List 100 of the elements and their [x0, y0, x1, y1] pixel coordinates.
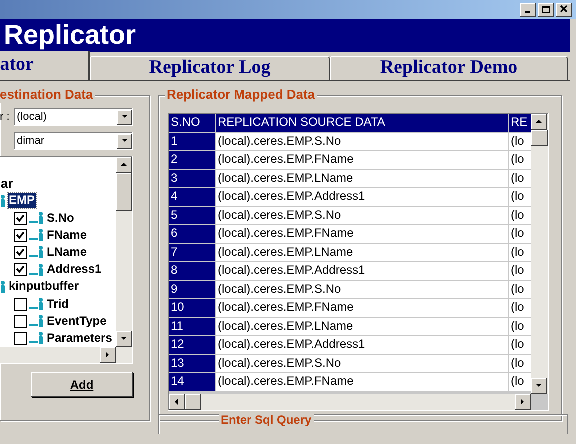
field-icon — [28, 245, 46, 260]
table-cell: 3 — [169, 170, 215, 187]
tree-item[interactable]: kinputbuffer — [8, 279, 80, 294]
table-cell: (local).ceres.EMP.S.No — [216, 132, 508, 150]
table-cell: (local).ceres.EMP.FName — [216, 299, 508, 316]
field-icon — [28, 262, 46, 277]
table-cell: (local).ceres.EMP.LName — [216, 170, 508, 187]
table-cell: (local).ceres.EMP.Address1 — [216, 262, 508, 280]
scroll-thumb[interactable] — [185, 394, 201, 410]
table-cell: (local).ceres.EMP.FName — [216, 225, 508, 242]
tree-item[interactable]: Address1 — [46, 262, 103, 278]
table-cell: (local).ceres.EMP.LName — [216, 318, 508, 335]
table-cell: (lo — [509, 151, 531, 168]
column-header[interactable]: RE — [509, 114, 531, 132]
scroll-up-button[interactable] — [531, 114, 547, 130]
table-cell: (lo — [509, 373, 531, 390]
right-arrow-icon — [519, 398, 527, 406]
table-cell: (local).ceres.EMP.FName — [216, 151, 508, 168]
checkbox[interactable] — [14, 246, 27, 259]
table-cell: 12 — [169, 336, 215, 354]
table-cell: (lo — [509, 225, 531, 242]
vertical-scrollbar[interactable] — [116, 157, 132, 347]
vertical-scrollbar[interactable] — [531, 114, 548, 394]
table-cell: 5 — [169, 206, 215, 224]
field-label: r : — [0, 112, 11, 122]
tree-item[interactable]: Trid — [46, 296, 70, 312]
field-icon — [28, 228, 46, 242]
table-cell: 7 — [169, 244, 215, 261]
column-header[interactable]: REPLICATION SOURCE DATA — [216, 114, 508, 132]
checkbox[interactable] — [14, 228, 27, 242]
up-arrow-icon — [535, 118, 543, 126]
table-cell: (lo — [509, 280, 531, 298]
table-cell: 11 — [169, 318, 215, 335]
table-cell: (local).ceres.EMP.LName — [216, 244, 508, 261]
field-icon — [28, 314, 46, 328]
field-icon — [28, 297, 46, 312]
add-button[interactable]: Add — [31, 372, 133, 397]
table-cell: (local).ceres.EMP.S.No — [216, 280, 508, 298]
table-cell: 9 — [169, 280, 215, 298]
table-cell: (lo — [509, 336, 531, 354]
table-cell: (local).ceres.EMP.Address1 — [216, 188, 508, 206]
scroll-down-button[interactable] — [531, 378, 547, 394]
table-cell: (lo — [509, 354, 531, 372]
tree-item[interactable]: LName — [46, 244, 88, 260]
field-icon — [28, 211, 46, 225]
tab[interactable]: Replicator Log — [90, 56, 330, 80]
tree-item[interactable]: ar — [0, 176, 14, 192]
tree-view[interactable]: ar EMP S.No FName LName Address1 kinputbuffer Trid EventType Parameters — [0, 156, 133, 364]
table-cell: 14 — [169, 373, 215, 390]
table-cell: (local).ceres.EMP.FName — [216, 373, 508, 390]
dropdown-field[interactable]: dimar — [14, 132, 133, 150]
tree-item[interactable]: S.No — [46, 210, 76, 226]
checkbox[interactable] — [14, 298, 27, 311]
maximize-button[interactable] — [538, 2, 554, 16]
table-icon — [0, 194, 8, 208]
table-cell: 6 — [169, 225, 215, 242]
table-cell: 10 — [169, 299, 215, 316]
left-arrow-icon — [173, 398, 181, 406]
tree-item[interactable]: FName — [46, 228, 88, 243]
tab[interactable]: ator — [0, 51, 90, 80]
field-icon — [28, 331, 46, 346]
table-icon — [0, 280, 8, 294]
checkbox[interactable] — [14, 332, 27, 345]
column-header[interactable]: S.NO — [169, 114, 215, 132]
app-title: Replicator — [4, 22, 136, 49]
group-title: Enter Sql Query — [219, 413, 314, 427]
horizontal-scrollbar[interactable] — [0, 347, 132, 363]
tree-item[interactable]: EventType — [46, 314, 108, 329]
table-cell: (lo — [509, 244, 531, 261]
close-icon — [559, 5, 569, 14]
checkbox[interactable] — [14, 314, 27, 328]
table-cell: (local).ceres.EMP.S.No — [216, 354, 508, 372]
table-cell: (local).ceres.EMP.Address1 — [216, 336, 508, 354]
horizontal-scrollbar[interactable] — [169, 394, 531, 410]
scroll-left-button[interactable] — [169, 394, 185, 410]
group-title: Replicator Mapped Data — [165, 87, 318, 103]
scroll-up-button[interactable] — [116, 157, 132, 173]
table-cell: 8 — [169, 262, 215, 280]
table-cell: 2 — [169, 151, 215, 168]
close-button[interactable] — [556, 2, 572, 16]
scroll-right-button[interactable] — [100, 347, 116, 363]
table-cell: (lo — [509, 206, 531, 224]
scroll-down-button[interactable] — [116, 331, 132, 347]
checkbox[interactable] — [14, 212, 27, 224]
dropdown-field[interactable]: (local) — [14, 108, 133, 126]
tree-item[interactable]: Parameters — [46, 330, 114, 346]
table-cell: (lo — [509, 299, 531, 316]
scroll-thumb[interactable] — [531, 130, 548, 146]
tree-item[interactable]: EMP — [8, 193, 36, 208]
table-cell: (lo — [509, 262, 531, 280]
up-arrow-icon — [120, 161, 128, 169]
minimize-button[interactable] — [520, 2, 536, 16]
down-arrow-icon — [120, 335, 128, 343]
scroll-thumb[interactable] — [116, 173, 132, 211]
table-cell: (lo — [509, 132, 531, 150]
checkbox[interactable] — [14, 263, 27, 276]
tab[interactable]: Replicator Demo — [330, 56, 568, 80]
table-cell: (local).ceres.EMP.S.No — [216, 206, 508, 224]
scroll-right-button[interactable] — [515, 394, 531, 410]
right-arrow-icon — [104, 351, 112, 359]
